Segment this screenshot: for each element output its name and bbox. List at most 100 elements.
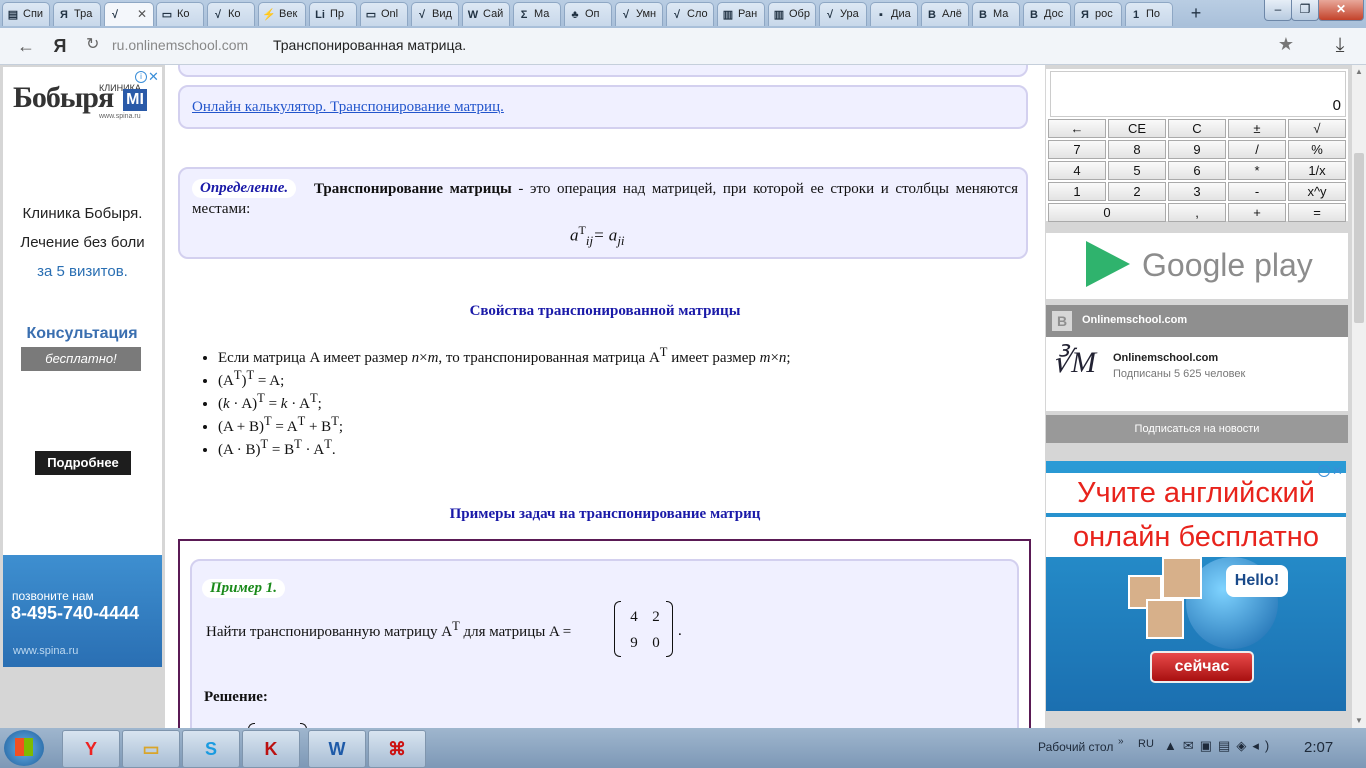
ad-info-icon[interactable]: i [1318,465,1330,477]
calc-key[interactable]: 7 [1048,140,1106,159]
download-icon[interactable]: ⤓ [1328,34,1352,58]
left-banner-ad[interactable]: КЛИНИКА Бобыря MI www.spina.ru i ✕ Клини… [3,67,162,667]
browser-tab[interactable]: √ Ко [207,2,255,26]
tab-label: Алё [942,8,962,20]
browser-tab[interactable]: ▭ Onl [360,2,408,26]
calc-key[interactable]: 9 [1168,140,1226,159]
calc-key[interactable]: + [1228,203,1286,222]
calc-key[interactable]: 6 [1168,161,1226,180]
ad-now-button[interactable]: сейчас [1150,651,1254,683]
example-task: Найти транспонированную матрицу AT для м… [206,619,572,640]
browser-tab[interactable]: B Ма [972,2,1020,26]
wordpress-icon: W [467,9,479,21]
ad-close-icon[interactable]: ✕ [148,69,159,85]
subscribe-button[interactable]: Подписаться на новости [1046,415,1348,443]
maximize-button[interactable]: ❐ [1291,0,1319,21]
calc-key[interactable]: 8 [1108,140,1166,159]
calc-key[interactable]: - [1228,182,1286,201]
calc-key[interactable]: 3 [1168,182,1226,201]
browser-tab[interactable]: ⚡ Век [258,2,306,26]
taskbar-skype[interactable]: S [182,730,240,768]
browser-tab[interactable]: ▤ Спи [2,2,50,26]
browser-tab[interactable]: √ Умн [615,2,663,26]
page-scrollbar[interactable]: ▲ ▼ [1352,65,1366,728]
clock[interactable]: 2:07 [1304,739,1333,756]
new-tab-button[interactable]: + [1186,4,1206,24]
calc-key[interactable]: 0 [1048,203,1166,222]
calc-key[interactable]: x^y [1288,182,1346,201]
reload-icon[interactable]: ↻ [86,34,99,54]
calc-key[interactable]: 4 [1048,161,1106,180]
calc-key[interactable]: 2 [1108,182,1166,201]
bookmark-star-icon[interactable]: ★ [1278,34,1294,55]
browser-tab[interactable]: 1 По [1125,2,1173,26]
scrollbar-thumb[interactable] [1354,153,1364,323]
start-button[interactable] [4,730,44,766]
browser-tab[interactable]: B Дос [1023,2,1071,26]
taskbar-yandex-browser[interactable]: Y [62,730,120,768]
browser-tab[interactable]: ▥ Обр [768,2,816,26]
calc-key[interactable]: 1/x [1288,161,1346,180]
browser-tab[interactable]: √ Сло [666,2,714,26]
browser-tab[interactable]: Я Тра [53,2,101,26]
calc-key[interactable]: / [1228,140,1286,159]
browser-tab[interactable]: ▪ Диа [870,2,918,26]
taskbar-word[interactable]: W [308,730,366,768]
taskbar-kaspersky[interactable]: K [242,730,300,768]
calc-key[interactable]: ← [1048,119,1106,138]
browser-tab[interactable]: ▥ Ран [717,2,765,26]
browser-tab[interactable]: ▭ Ко [156,2,204,26]
minimize-button[interactable]: – [1264,0,1292,21]
language-indicator[interactable]: RU [1138,738,1154,750]
tab-label: Век [279,8,298,20]
browser-tab[interactable]: √ Ура [819,2,867,26]
calc-key[interactable]: ± [1228,119,1286,138]
tray-icons[interactable]: ▲✉▣▤◈◂) [1164,738,1275,754]
scroll-down-icon[interactable]: ▼ [1352,714,1366,728]
tab-label: Сло [687,8,708,20]
google-play-banner[interactable]: Google play [1046,233,1348,299]
calc-key[interactable]: % [1288,140,1346,159]
close-tab-icon[interactable]: ✕ [137,7,147,21]
back-icon[interactable]: ← [14,34,38,58]
ad-phone[interactable]: 8-495-740-4444 [11,603,139,624]
ad-site[interactable]: www.spina.ru [13,645,78,657]
calc-key[interactable]: 1 [1048,182,1106,201]
calculator-link[interactable]: Онлайн калькулятор. Транспонирование мат… [192,99,504,116]
scroll-up-icon[interactable]: ▲ [1352,65,1366,79]
yandex-icon: Я [1081,9,1089,21]
browser-tab[interactable]: Σ Ма [513,2,561,26]
browser-tab[interactable]: √ Вид [411,2,459,26]
calc-key[interactable]: = [1288,203,1346,222]
english-course-ad[interactable]: Учите английский онлайн бесплатно i ✕ He… [1046,461,1346,711]
vk-group-name[interactable]: Onlinemschool.com [1113,352,1218,364]
tab-label: Ран [738,8,758,20]
browser-tab[interactable]: Li Пр [309,2,357,26]
taskbar-explorer[interactable]: ▭ [122,730,180,768]
vk-widget-header[interactable]: B Onlinemschool.com [1046,305,1348,337]
clover-icon: ♣ [571,9,579,21]
desktop-toolbar-label[interactable]: Рабочий стол [1038,740,1113,754]
browser-tab[interactable]: √ ✕ [104,2,154,26]
group-avatar[interactable]: ∛M [1052,345,1104,403]
ad-info-icon[interactable]: i [135,71,147,83]
calc-key[interactable]: , [1168,203,1226,222]
calc-key[interactable]: 5 [1108,161,1166,180]
ad-more-button[interactable]: Подробнее [35,451,131,475]
calc-key[interactable]: √ [1288,119,1346,138]
browser-tab[interactable]: Ярос [1074,2,1122,26]
calc-key[interactable]: * [1228,161,1286,180]
browser-tab[interactable]: B Алё [921,2,969,26]
ad-close-icon[interactable]: ✕ [1332,463,1343,479]
browser-tab[interactable]: W Сай [462,2,510,26]
close-window-button[interactable]: ✕ [1318,0,1364,21]
calc-key[interactable]: C [1168,119,1226,138]
tray-expand-icon[interactable]: » [1118,736,1124,747]
omnibox[interactable]: ↻ ru.onlinemschool.com Транспонированная… [80,32,1310,58]
hello-bubble: Hello! [1226,565,1288,597]
browser-tab[interactable]: ♣ Оп [564,2,612,26]
chat-icon: ▪ [879,9,883,21]
calc-key[interactable]: CE [1108,119,1166,138]
yandex-home-icon[interactable]: Я [48,34,72,58]
taskbar-acrobat[interactable]: ⌘ [368,730,426,768]
